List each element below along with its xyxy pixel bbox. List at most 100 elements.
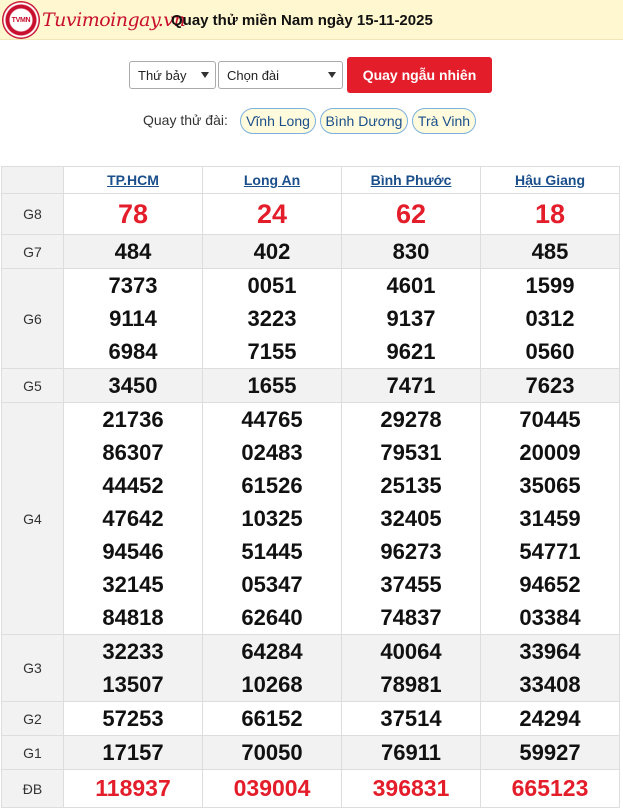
result-number: 0312 xyxy=(525,306,575,331)
station-select-value: Chọn đài xyxy=(227,67,280,83)
result-number: 84818 xyxy=(102,605,164,630)
station-link-binh-phuoc[interactable]: Bình Phước xyxy=(371,172,452,188)
result-number: 29278 xyxy=(380,407,442,432)
result-number: 9114 xyxy=(109,306,157,331)
result-cell: 7471 xyxy=(341,368,481,403)
result-number: 78981 xyxy=(380,672,442,697)
prize-label: G8 xyxy=(1,193,64,235)
result-number: 24294 xyxy=(519,706,581,731)
result-cell: 4601 9137 9621 xyxy=(341,268,481,369)
station-link-vinh-long[interactable]: Vĩnh Long xyxy=(240,108,316,134)
result-number: 79531 xyxy=(380,440,442,465)
result-cell: 396831 xyxy=(341,769,481,808)
result-number: 96273 xyxy=(380,539,442,564)
result-number: 44452 xyxy=(102,473,164,498)
result-number: 86307 xyxy=(102,440,164,465)
prize-label: G5 xyxy=(1,368,64,403)
result-cell: 830 xyxy=(341,234,481,269)
result-number: 66152 xyxy=(241,706,303,731)
station-link-long-an[interactable]: Long An xyxy=(244,172,300,188)
brand-name[interactable]: Tuvimoingay.vn xyxy=(42,9,186,31)
table-header-row: TP.HCM Long An Bình Phước Hậu Giang xyxy=(1,166,620,194)
result-cell: 64284 10268 xyxy=(202,634,342,702)
chevron-down-icon xyxy=(328,72,336,78)
result-number: 830 xyxy=(392,239,430,264)
table-row: G1 17157 70050 76911 59927 xyxy=(1,735,620,770)
result-cell: 1655 xyxy=(202,368,342,403)
result-number: 21736 xyxy=(102,407,164,432)
result-number: 7623 xyxy=(525,373,575,398)
result-number: 94652 xyxy=(519,572,581,597)
result-cell: 78 xyxy=(63,193,203,235)
result-number: 32233 xyxy=(102,639,164,664)
result-number: 54771 xyxy=(519,539,581,564)
result-number: 25135 xyxy=(380,473,442,498)
result-number: 40064 xyxy=(380,639,442,664)
table-row: G4 21736 86307 44452 47642 94546 32145 84818 447… xyxy=(1,402,620,635)
result-number: 33964 xyxy=(519,639,581,664)
result-cell: 62 xyxy=(341,193,481,235)
result-number: 18 xyxy=(534,199,566,229)
result-cell: 57253 xyxy=(63,701,203,736)
result-number: 70445 xyxy=(519,407,581,432)
result-cell: 0051 3223 7155 xyxy=(202,268,342,369)
prize-label: G2 xyxy=(1,701,64,736)
result-number: 4601 xyxy=(386,273,436,298)
table-row: G3 32233 13507 64284 10268 40064 78981 33964 334… xyxy=(1,634,620,702)
result-cell: 039004 xyxy=(202,769,342,808)
result-number: 33408 xyxy=(519,672,581,697)
prize-label: G1 xyxy=(1,735,64,770)
top-bar: TVMN Tuvimoingay.vn Quay thử miền Nam ng… xyxy=(0,0,623,40)
chevron-down-icon xyxy=(201,72,209,78)
result-number: 61526 xyxy=(241,473,303,498)
result-number: 70050 xyxy=(241,740,303,765)
controls-bar: Thứ bảy Chọn đài Quay ngẫu nhiên xyxy=(0,57,623,93)
table-row: G5 3450 1655 7471 7623 xyxy=(1,368,620,403)
result-cell: 402 xyxy=(202,234,342,269)
page-title: Quay thử miền Nam ngày 15-11-2025 xyxy=(171,12,433,29)
result-number: 37514 xyxy=(380,706,442,731)
result-cell: 66152 xyxy=(202,701,342,736)
result-number: 1655 xyxy=(247,373,297,398)
result-number: 76911 xyxy=(381,740,441,765)
result-number: 78 xyxy=(117,199,149,229)
result-number: 402 xyxy=(253,239,291,264)
result-cell: 37514 xyxy=(341,701,481,736)
column-header: Long An xyxy=(202,166,342,194)
table-row: G7 484 402 830 485 xyxy=(1,234,620,269)
prize-label: G3 xyxy=(1,634,64,702)
result-number: 7471 xyxy=(386,373,436,398)
station-link-tra-vinh[interactable]: Trà Vinh xyxy=(412,108,476,134)
table-row: G2 57253 66152 37514 24294 xyxy=(1,701,620,736)
result-number: 94546 xyxy=(102,539,164,564)
results-table: TP.HCM Long An Bình Phước Hậu Giang G8 78… xyxy=(1,166,620,808)
table-row: G6 7373 9114 6984 0051 3223 7155 4601 9137 9621 15… xyxy=(1,268,620,369)
result-cell: 7623 xyxy=(480,368,620,403)
result-number: 6984 xyxy=(108,339,158,364)
result-cell: 3450 xyxy=(63,368,203,403)
station-link-tphcm[interactable]: TP.HCM xyxy=(107,172,159,188)
result-number: 44765 xyxy=(241,407,303,432)
result-number: 3450 xyxy=(108,373,158,398)
result-number: 37455 xyxy=(380,572,442,597)
result-cell: 17157 xyxy=(63,735,203,770)
station-link-binh-duong[interactable]: Bình Dương xyxy=(320,108,408,134)
result-cell: 59927 xyxy=(480,735,620,770)
column-header: Bình Phước xyxy=(341,166,481,194)
result-number: 31459 xyxy=(519,506,581,531)
result-cell: 29278 79531 25135 32405 96273 37455 74837 xyxy=(341,402,481,635)
day-select[interactable]: Thứ bảy xyxy=(129,61,216,89)
prize-label: G4 xyxy=(1,402,64,635)
prize-label: G6 xyxy=(1,268,64,369)
result-cell: 18 xyxy=(480,193,620,235)
site-logo[interactable]: TVMN xyxy=(2,1,40,39)
random-spin-button[interactable]: Quay ngẫu nhiên xyxy=(347,57,492,93)
station-link-hau-giang[interactable]: Hậu Giang xyxy=(515,172,585,188)
result-cell: 665123 xyxy=(480,769,620,808)
table-row: G8 78 24 62 18 xyxy=(1,193,620,235)
station-select[interactable]: Chọn đài xyxy=(218,61,343,89)
result-number: 35065 xyxy=(519,473,581,498)
result-cell: 118937 xyxy=(63,769,203,808)
result-cell: 24 xyxy=(202,193,342,235)
result-number: 0560 xyxy=(525,339,575,364)
